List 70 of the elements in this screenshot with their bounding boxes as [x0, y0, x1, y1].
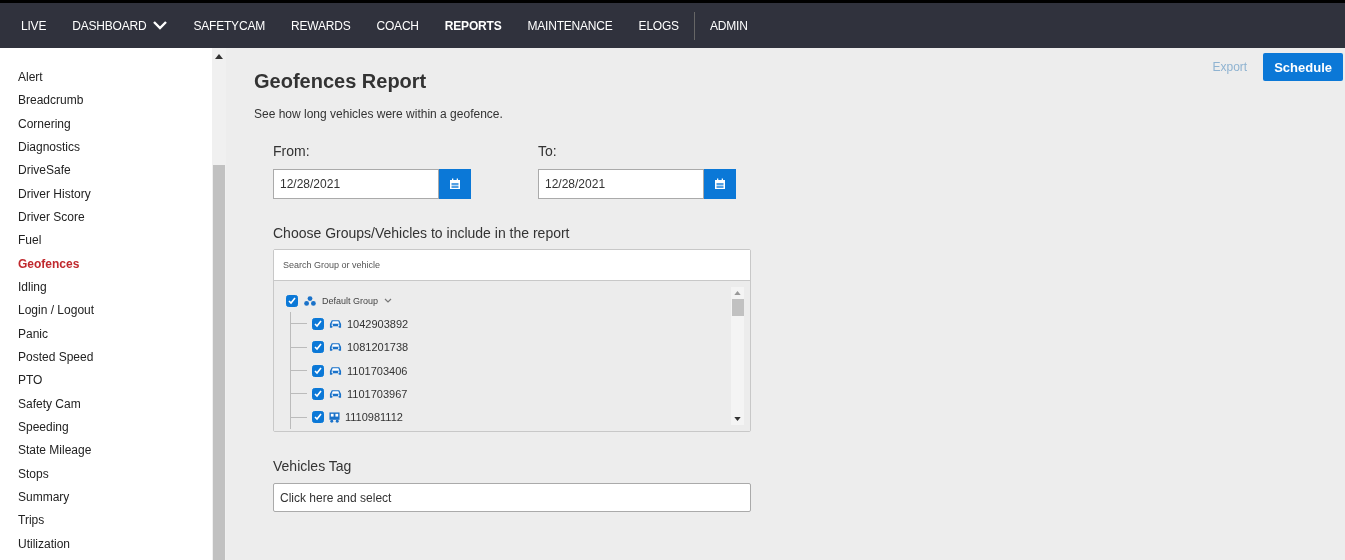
nav-tab[interactable]: SAFETYCAM [180, 3, 278, 48]
calendar-icon [714, 178, 726, 190]
report-link[interactable]: Trips [18, 513, 212, 537]
nav-tab[interactable]: ELOGS [625, 3, 692, 48]
date-field[interactable]: 12/28/2021 [538, 169, 704, 199]
scrollbar[interactable] [212, 48, 226, 560]
calendar-icon [449, 178, 461, 190]
vehicle-label[interactable]: 1101703406 [347, 364, 408, 377]
report-link[interactable]: DriveSafe [18, 163, 212, 187]
nav-tab[interactable]: REWARDS [278, 3, 364, 48]
report-link[interactable]: Cornering [18, 116, 212, 140]
checkbox[interactable] [312, 364, 324, 377]
trailer-icon [329, 411, 340, 423]
tag-select-field[interactable]: Click here and select [273, 483, 751, 512]
checkbox[interactable] [312, 411, 324, 424]
report-link[interactable]: Panic [18, 326, 212, 350]
scroll-down-icon[interactable] [734, 417, 741, 421]
report-link[interactable]: Geofences [18, 256, 212, 280]
report-link[interactable]: Driver Score [18, 209, 212, 234]
report-link[interactable]: Driver History [18, 186, 212, 210]
report-link[interactable]: Breadcrumb [18, 93, 212, 117]
report-link[interactable]: Safety Cam [18, 396, 212, 420]
search-field[interactable]: Search Group or vehicle [274, 250, 750, 281]
schedule-button[interactable]: Schedule [1263, 53, 1343, 81]
nav-tab[interactable]: LIVE [8, 3, 60, 48]
chevron-down-icon[interactable] [384, 298, 393, 304]
vehicle-label[interactable]: 1042903892 [347, 317, 409, 330]
report-link[interactable]: Login / Logout [18, 303, 212, 327]
nav-tab[interactable]: MAINTENANCE [514, 3, 626, 48]
checkbox[interactable] [312, 341, 324, 354]
vehicle-label[interactable]: 1101703967 [347, 387, 408, 400]
vehicle-label[interactable]: 1081201738 [347, 341, 409, 354]
report-link[interactable]: PTO [18, 373, 212, 397]
report-link[interactable]: Alert [18, 70, 212, 94]
nav-tab[interactable]: REPORTS [431, 3, 515, 48]
report-link[interactable]: Diagnostics [18, 140, 212, 164]
field-label: From: [273, 143, 311, 159]
scrollbar-thumb[interactable] [731, 299, 744, 316]
checkbox[interactable] [312, 317, 324, 330]
car-icon [329, 365, 342, 376]
report-link[interactable]: Posted Speed [18, 349, 212, 374]
nav-tab[interactable]: ADMIN [696, 3, 761, 48]
car-icon [329, 342, 342, 353]
vehicle-label[interactable]: 1110981112 [345, 411, 403, 424]
scroll-up-icon[interactable] [215, 54, 223, 59]
scrollbar-thumb[interactable] [213, 165, 225, 560]
calendar-button[interactable] [704, 169, 736, 199]
nav-tab[interactable]: DASHBOARD [59, 3, 181, 48]
group-icon [304, 295, 316, 306]
page-description: See how long vehicles were within a geofence. [254, 107, 504, 121]
field-label: Vehicles Tag [273, 458, 353, 474]
scrollbar[interactable] [731, 287, 744, 425]
report-link[interactable]: State Mileage [18, 443, 212, 467]
report-link[interactable]: Utilization [18, 536, 212, 560]
report-link[interactable]: Fuel [18, 233, 212, 257]
report-link[interactable]: Idling [18, 279, 212, 304]
group-label[interactable]: Default Group [322, 295, 379, 306]
date-field[interactable]: 12/28/2021 [273, 169, 439, 199]
nav-tab[interactable]: COACH [363, 3, 432, 48]
report-link[interactable]: Summary [18, 489, 212, 514]
car-icon [329, 318, 342, 329]
car-icon [329, 388, 342, 399]
checkbox[interactable] [312, 387, 324, 400]
checkbox[interactable] [286, 294, 298, 307]
report-link[interactable]: Stops [18, 466, 212, 490]
calendar-button[interactable] [439, 169, 471, 199]
field-label: Choose Groups/Vehicles to include in the report [273, 225, 571, 241]
page-title: Geofences Report [254, 70, 428, 93]
field-label: To: [538, 143, 558, 159]
report-link[interactable]: Speeding [18, 419, 212, 444]
